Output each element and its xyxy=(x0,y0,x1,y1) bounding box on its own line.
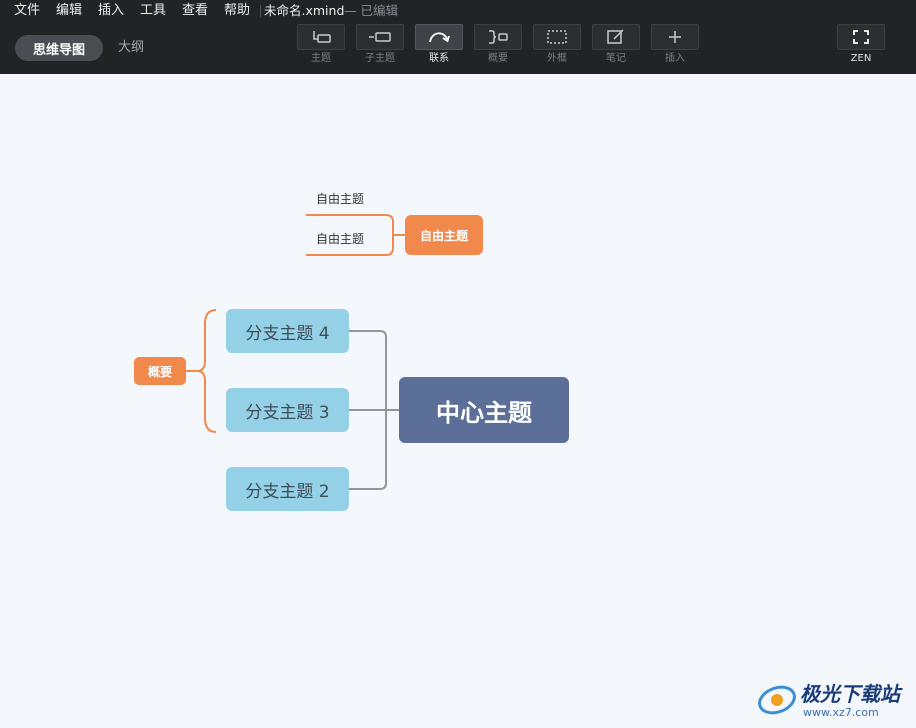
summary-icon xyxy=(489,30,508,44)
relationship-icon xyxy=(429,32,450,43)
menu-view[interactable]: 查看 xyxy=(182,3,208,19)
floating-subtopic-2[interactable]: 自由主题 xyxy=(316,232,364,246)
document-status: — 已编辑 xyxy=(344,3,398,18)
tool-relationship-label: 联系 xyxy=(429,53,449,64)
menu-tools[interactable]: 工具 xyxy=(140,3,166,19)
menu-divider xyxy=(260,5,261,17)
tool-summary-label: 概要 xyxy=(488,53,508,64)
top-toolbar: 文件 编辑 插入 工具 查看 帮助 未命名.xmind — 已编辑 思维导图 大… xyxy=(0,0,916,74)
central-topic[interactable]: 中心主题 xyxy=(399,377,569,443)
menu-help[interactable]: 帮助 xyxy=(224,3,250,19)
tool-boundary-button[interactable]: 外框 xyxy=(533,24,581,65)
insert-icon xyxy=(669,31,681,43)
view-tab-outline[interactable]: 大纲 xyxy=(118,35,144,61)
floating-topic[interactable]: 自由主题 xyxy=(405,215,483,255)
branch-topic-4[interactable]: 分支主题 4 xyxy=(226,309,349,353)
boundary-icon xyxy=(547,30,567,44)
tool-summary-button[interactable]: 概要 xyxy=(474,24,522,65)
summary-topic[interactable]: 概要 xyxy=(134,357,186,385)
menu-insert[interactable]: 插入 xyxy=(98,3,124,19)
subtopic-icon xyxy=(369,32,391,42)
tool-topic-button[interactable]: 主题 xyxy=(297,24,345,65)
tool-subtopic-label: 子主题 xyxy=(365,53,395,64)
view-tab-mindmap[interactable]: 思维导图 xyxy=(15,35,103,61)
tool-insert-button[interactable]: 插入 xyxy=(651,24,699,65)
tool-note-button[interactable]: 笔记 xyxy=(592,24,640,65)
watermark-url: www.xz7.com xyxy=(803,706,879,719)
menu-file[interactable]: 文件 xyxy=(14,3,40,19)
branch-topic-3[interactable]: 分支主题 3 xyxy=(226,388,349,432)
tool-insert-label: 插入 xyxy=(665,53,685,64)
topic-icon xyxy=(313,31,331,43)
tool-relationship-button[interactable]: 联系 xyxy=(415,24,463,65)
branch-topic-2[interactable]: 分支主题 2 xyxy=(226,467,349,511)
tool-note-label: 笔记 xyxy=(606,53,626,64)
tool-boundary-label: 外框 xyxy=(547,53,567,64)
zen-label: ZEN xyxy=(850,53,872,64)
fullscreen-icon xyxy=(853,30,869,44)
note-icon xyxy=(607,29,624,44)
menu-edit[interactable]: 编辑 xyxy=(56,3,82,19)
tool-topic-label: 主题 xyxy=(311,53,331,64)
watermark-text: 极光下载站 xyxy=(800,682,900,706)
summary-brace xyxy=(196,309,217,433)
floating-subtopic-1[interactable]: 自由主题 xyxy=(316,192,364,206)
zen-mode-button[interactable]: ZEN xyxy=(837,24,885,65)
tool-subtopic-button[interactable]: 子主题 xyxy=(356,24,404,65)
document-title: 未命名.xmind xyxy=(264,3,345,18)
mindmap-canvas[interactable]: 中心主题 分支主题 4 分支主题 3 分支主题 2 概要 自由主题 自由主题 自… xyxy=(0,74,916,728)
